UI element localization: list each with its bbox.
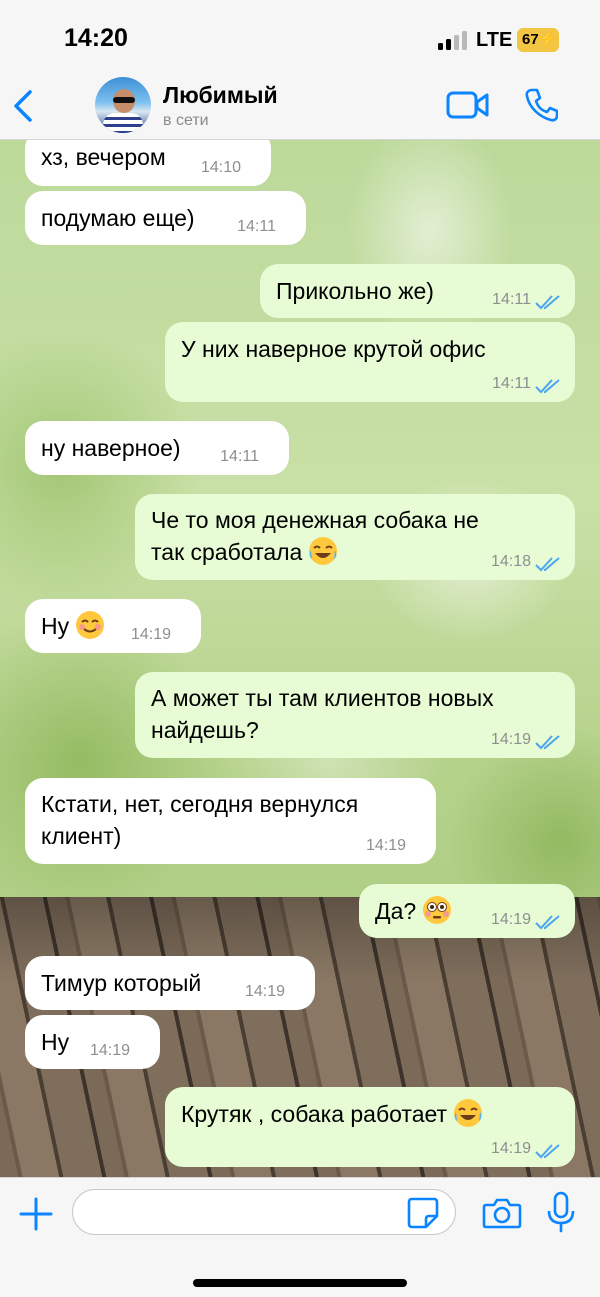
- battery-icon: 67⚡: [517, 28, 559, 52]
- message-incoming[interactable]: подумаю еще) 14:11: [25, 191, 306, 245]
- message-time: 14:19: [490, 731, 531, 748]
- message-text: Ну: [41, 613, 70, 639]
- message-outgoing[interactable]: Прикольно же) 14:11: [260, 264, 575, 318]
- message-input[interactable]: [72, 1189, 456, 1235]
- plus-icon: [19, 1197, 53, 1231]
- message-incoming[interactable]: ну наверное) 14:11: [25, 421, 289, 475]
- message-time: 14:19: [89, 1042, 130, 1059]
- face-with-tears-of-joy-icon: [454, 1099, 483, 1127]
- message-time: 14:11: [492, 375, 531, 392]
- message-text: Крутяк , собака работает: [181, 1101, 448, 1127]
- battery-level: 67: [522, 31, 539, 48]
- read-receipt-icon: [535, 379, 560, 394]
- message-time: 14:19: [365, 837, 406, 854]
- read-receipt-icon: [535, 295, 560, 310]
- phone-icon: [525, 88, 559, 122]
- read-receipt-icon: [535, 735, 560, 750]
- message-outgoing[interactable]: А может ты там клиентов новых найдешь? 1…: [135, 672, 575, 758]
- message-text: ну наверное): [41, 435, 181, 461]
- message-incoming[interactable]: Ну 14:19: [25, 599, 201, 653]
- message-text: Ну: [41, 1029, 70, 1055]
- message-text-line: клиент): [41, 823, 122, 849]
- message-incoming[interactable]: хз, вечером 14:10: [25, 140, 271, 186]
- message-text-line: Кстати, нет, сегодня вернулся: [41, 791, 359, 817]
- flushed-face-icon: [423, 896, 452, 924]
- message-time: 14:11: [220, 448, 259, 465]
- home-indicator[interactable]: [193, 1279, 407, 1287]
- camera-button[interactable]: [482, 1196, 522, 1230]
- message-text: Да?: [375, 898, 417, 924]
- voice-message-button[interactable]: [546, 1191, 576, 1233]
- message-incoming[interactable]: Тимур который 14:19: [25, 956, 315, 1010]
- read-receipt-icon: [535, 1144, 560, 1159]
- message-list[interactable]: хз, вечером 14:10 подумаю еще) 14:11 При…: [0, 140, 600, 1177]
- message-text: У них наверное крутой офис: [181, 336, 486, 362]
- sticker-icon: [407, 1197, 439, 1229]
- video-camera-icon: [446, 91, 489, 119]
- attach-button[interactable]: [18, 1196, 54, 1232]
- sticker-button[interactable]: [406, 1196, 440, 1230]
- message-text-line: А может ты там клиентов новых: [151, 685, 494, 711]
- status-bar: 14:20 LTE 67⚡: [0, 0, 600, 70]
- message-text: хз, вечером: [41, 144, 166, 170]
- message-time: 14:18: [490, 553, 531, 570]
- message-outgoing[interactable]: Крутяк , собака работает 14:19: [165, 1087, 575, 1167]
- voice-call-button[interactable]: [524, 87, 559, 123]
- read-receipt-icon: [535, 557, 560, 572]
- microphone-icon: [547, 1191, 575, 1233]
- contact-status: в сети: [163, 112, 209, 129]
- message-time: 14:19: [490, 1140, 531, 1157]
- message-outgoing[interactable]: Да? 14:19: [359, 884, 575, 938]
- message-outgoing[interactable]: У них наверное крутой офис 14:11: [165, 322, 575, 402]
- message-text: Тимур который: [41, 970, 202, 996]
- message-outgoing[interactable]: Че то моя денежная собака не так сработа…: [135, 494, 575, 580]
- chat-header: Любимый в сети: [0, 70, 600, 140]
- message-text-line: так сработала: [151, 539, 303, 565]
- read-receipt-icon: [535, 915, 560, 930]
- message-time: 14:10: [200, 159, 241, 176]
- message-text: подумаю еще): [41, 205, 195, 231]
- message-time: 14:19: [130, 626, 171, 643]
- message-text: Прикольно же): [276, 278, 434, 304]
- message-incoming[interactable]: Ну 14:19: [25, 1015, 160, 1069]
- message-time: 14:19: [244, 983, 285, 1000]
- chevron-left-icon: [14, 90, 32, 122]
- message-text-line: Че то моя денежная собака не: [151, 507, 479, 533]
- smiling-face-icon: [76, 611, 105, 639]
- message-incoming[interactable]: Кстати, нет, сегодня вернулся клиент) 14…: [25, 778, 436, 864]
- status-time: 14:20: [64, 24, 128, 52]
- video-call-button[interactable]: [446, 89, 490, 121]
- face-with-tears-of-joy-icon: [309, 537, 338, 565]
- network-type: LTE: [476, 29, 513, 51]
- camera-icon: [482, 1198, 522, 1229]
- message-time: 14:19: [490, 911, 531, 928]
- avatar[interactable]: [95, 77, 151, 133]
- cellular-signal-icon: [438, 30, 468, 50]
- back-button[interactable]: [10, 86, 40, 126]
- composer-bar: [0, 1177, 600, 1297]
- contact-name[interactable]: Любимый: [163, 82, 278, 109]
- message-time: 14:11: [492, 291, 531, 308]
- message-time: 14:11: [237, 218, 276, 235]
